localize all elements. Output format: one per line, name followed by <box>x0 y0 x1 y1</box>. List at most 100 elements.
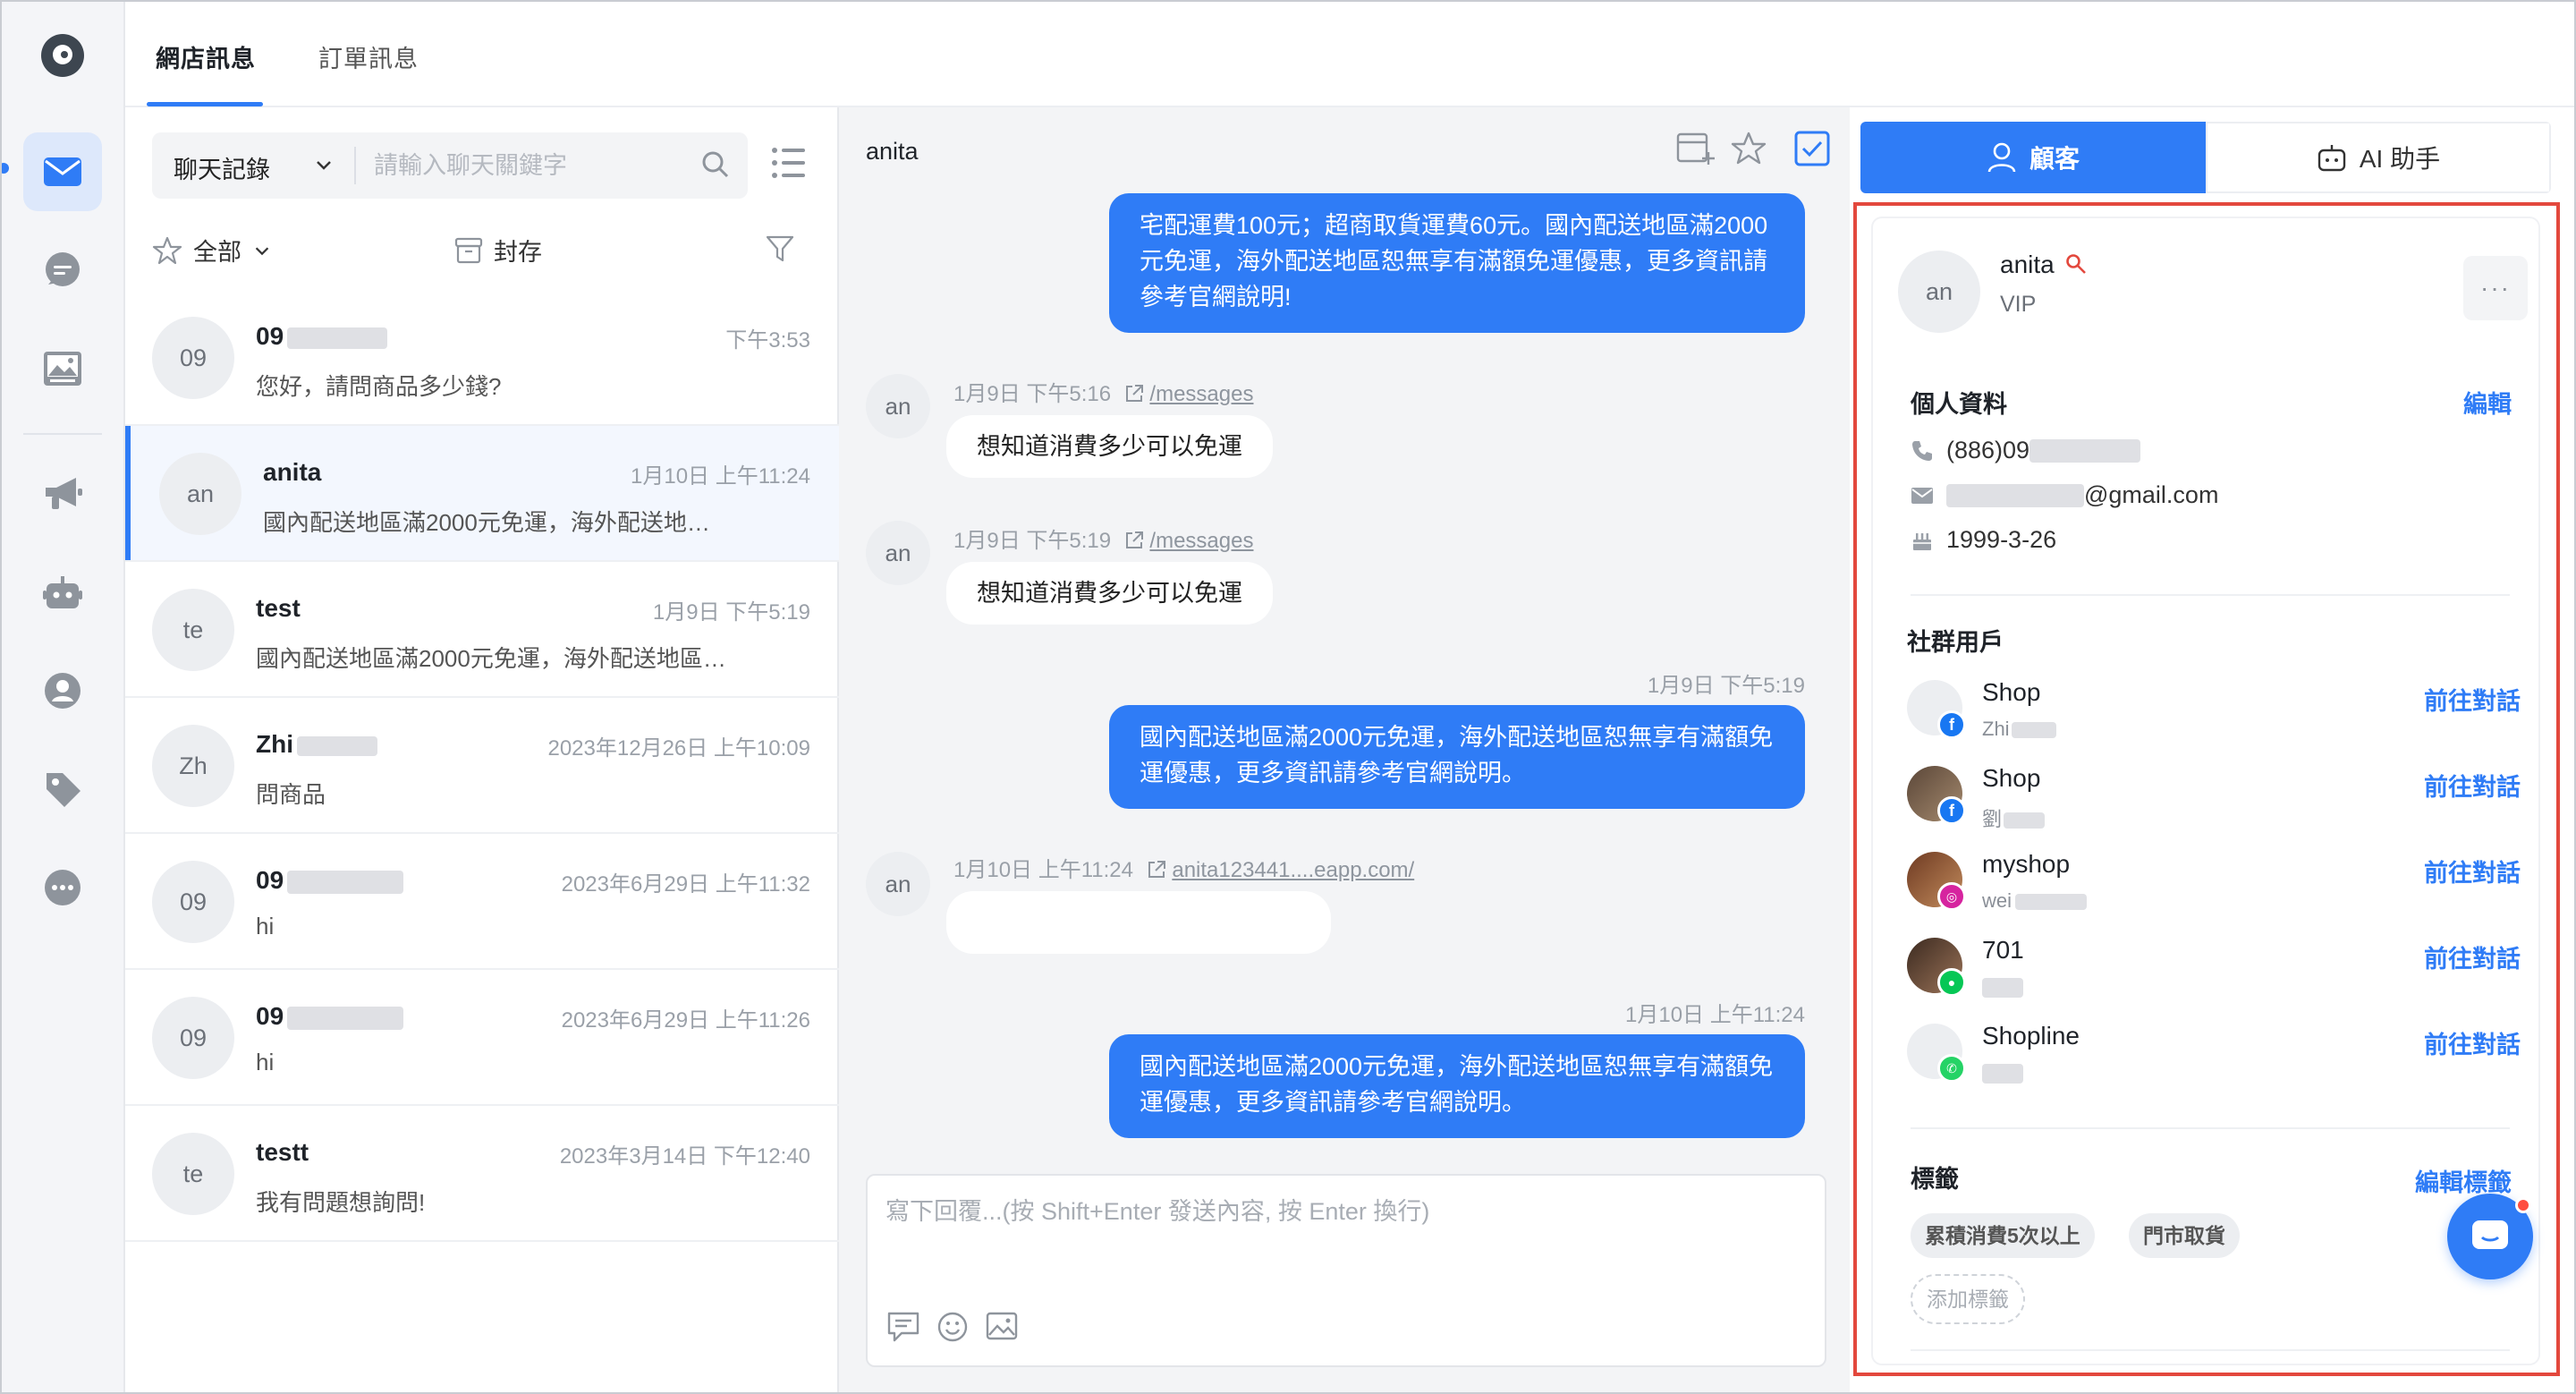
avatar: te <box>152 589 234 671</box>
conversation-name-wrap: 09 <box>256 322 388 351</box>
image-upload-icon[interactable] <box>986 1312 1018 1340</box>
tab-customer-label: 顧客 <box>2029 145 2080 173</box>
message-source-link[interactable]: /messages <box>1149 529 1253 553</box>
message-line: 國內配送地區滿2000元免運，海外配送地區恕無享有滿額免 <box>1140 1053 1774 1080</box>
conversation-preview: 您好，請問商品多少錢? <box>256 373 502 400</box>
chat-bubble-icon[interactable] <box>23 231 102 310</box>
birthday-row: 1999-3-26 <box>1911 526 2056 554</box>
conversation-name: anita <box>263 458 322 486</box>
archive-icon <box>454 237 483 263</box>
tab-ai-assistant[interactable]: AI 助手 <box>2206 122 2551 193</box>
avatar: 09 <box>152 861 234 943</box>
message-time: 1月10日 上午11:24 <box>1625 1003 1805 1027</box>
help-chat-button[interactable] <box>2447 1194 2533 1279</box>
reply-input[interactable] <box>886 1192 1807 1281</box>
more-dots-icon[interactable] <box>23 848 102 927</box>
tab-customer[interactable]: 顧客 <box>1860 122 2206 193</box>
conversation-preview: 國內配送地區滿2000元免運，海外配送地… <box>263 509 710 536</box>
tag-chip[interactable]: 累積消費5次以上 <box>1911 1213 2095 1258</box>
support-agent-icon[interactable] <box>23 651 102 730</box>
app-logo-icon[interactable] <box>41 34 84 77</box>
external-link-icon <box>1125 531 1143 548</box>
robot-icon <box>2318 145 2346 172</box>
filter-all-dropdown[interactable]: 全部 <box>152 233 272 268</box>
redacted-text <box>297 735 377 756</box>
message-time: 1月10日 上午11:24 <box>953 858 1133 882</box>
edit-tags-button[interactable]: 編輯標籤 <box>2415 1163 2512 1198</box>
redacted-text <box>287 870 404 894</box>
tab-shop-messages[interactable]: 網店訊息 <box>156 39 256 74</box>
filter-archive-label: 封存 <box>494 239 542 266</box>
more-options-button[interactable]: ··· <box>2463 256 2528 320</box>
social-user-row: ✆ Shopline 前往對話 <box>1898 1018 2524 1090</box>
mail-icon[interactable] <box>23 132 102 211</box>
avatar: Zh <box>152 725 234 807</box>
outgoing-message: 國內配送地區滿2000元免運，海外配送地區恕無享有滿額免 運優惠，更多資訊請參考… <box>1109 1034 1805 1138</box>
social-user-name: Shop <box>1982 764 2041 792</box>
robot-icon[interactable] <box>23 553 102 632</box>
search-icon[interactable] <box>701 150 730 179</box>
search-divider <box>354 147 356 184</box>
add-tag-button[interactable]: 添加標籤 <box>1911 1274 2025 1324</box>
go-to-conversation-button[interactable]: 前往對話 <box>2424 1025 2521 1060</box>
chevron-down-icon[interactable] <box>313 154 335 175</box>
social-user-sub-wrap <box>1982 975 2023 999</box>
emoji-icon[interactable] <box>937 1312 968 1342</box>
search-scope-select[interactable]: 聊天記錄 <box>174 150 270 185</box>
conversation-item[interactable]: an anita 1月10日 上午11:24 國內配送地區滿2000元免運，海外… <box>125 426 839 562</box>
social-user-row: f Shop Zhi 前往對話 <box>1898 675 2524 746</box>
edit-profile-button[interactable]: 編輯 <box>2463 385 2512 420</box>
conversation-item[interactable]: te testt 2023年3月14日 下午12:40 我有問題想詢問! <box>125 1106 839 1242</box>
tag-chip[interactable]: 門市取貨 <box>2129 1213 2240 1258</box>
redacted-text <box>1982 1064 2023 1084</box>
filter-funnel-icon[interactable] <box>766 234 794 263</box>
tag-icon[interactable] <box>23 750 102 829</box>
list-view-icon[interactable] <box>771 147 807 179</box>
external-link-icon <box>1148 861 1165 878</box>
notification-dot <box>2515 1197 2531 1213</box>
social-user-sub-wrap: 劉 <box>1982 803 2046 832</box>
star-icon[interactable] <box>1730 131 1767 166</box>
conversation-item[interactable]: 09 09 下午3:53 您好，請問商品多少錢? <box>125 290 839 426</box>
email-address: @gmail.com <box>2084 481 2219 508</box>
search-box: 聊天記錄 <box>152 132 748 199</box>
active-indicator <box>2 163 9 174</box>
image-icon[interactable] <box>23 329 102 408</box>
left-rail <box>2 2 125 1392</box>
conversation-item[interactable]: te test 1月9日 下午5:19 國內配送地區滿2000元免運，海外配送地… <box>125 562 839 698</box>
conversation-name-wrap: 09 <box>256 1002 404 1031</box>
message-source-link[interactable]: anita123441....eapp.com/ <box>1172 858 1414 882</box>
avatar: an <box>866 852 930 916</box>
quick-reply-icon[interactable] <box>887 1312 919 1342</box>
social-section-title: 社群用戶 <box>1907 629 2004 656</box>
filter-archive-button[interactable]: 封存 <box>454 233 542 268</box>
tab-order-messages[interactable]: 訂單訊息 <box>318 39 419 74</box>
conversation-item[interactable]: 09 09 2023年6月29日 上午11:32 hi <box>125 834 839 970</box>
social-user-sub: wei <box>1982 889 2012 912</box>
go-to-conversation-button[interactable]: 前往對話 <box>2424 768 2521 803</box>
tags-section-title: 標籤 <box>1911 1166 1959 1193</box>
search-input[interactable] <box>374 143 678 188</box>
conversation-item[interactable]: 09 09 2023年6月29日 上午11:26 hi <box>125 970 839 1106</box>
birthday-cake-icon <box>1913 532 1931 550</box>
message-line: 元免運，海外配送地區恕無享有滿額免運優惠，更多資訊請 <box>1140 248 1767 275</box>
message-source-link[interactable]: /messages <box>1149 382 1253 406</box>
redacted-text <box>1982 978 2023 999</box>
add-to-list-icon[interactable] <box>1676 131 1716 166</box>
mark-done-icon[interactable] <box>1794 131 1830 166</box>
tab-ai-label: AI 助手 <box>2359 145 2441 173</box>
message-time: 1月9日 下午5:16 <box>953 382 1112 406</box>
search-user-icon[interactable] <box>2065 253 2087 275</box>
go-to-conversation-button[interactable]: 前往對話 <box>2424 939 2521 974</box>
conversation-time: 2023年6月29日 上午11:32 <box>561 872 810 897</box>
go-to-conversation-button[interactable]: 前往對話 <box>2424 682 2521 717</box>
conversation-item[interactable]: Zh Zhi 2023年12月26日 上午10:09 問商品 <box>125 698 839 834</box>
message-meta: 1月10日 上午11:24 anita123441....eapp.com/ <box>953 852 1414 883</box>
social-user-sub-wrap: Zhi <box>1982 718 2056 741</box>
megaphone-icon[interactable] <box>23 455 102 533</box>
phone-row: (886)09 <box>1911 437 2141 464</box>
conversation-name: 09 <box>256 1002 284 1030</box>
conversation-preview: 我有問題想詢問! <box>256 1189 426 1216</box>
go-to-conversation-button[interactable]: 前往對話 <box>2424 854 2521 888</box>
message-time: 1月9日 下午5:19 <box>1647 674 1805 698</box>
